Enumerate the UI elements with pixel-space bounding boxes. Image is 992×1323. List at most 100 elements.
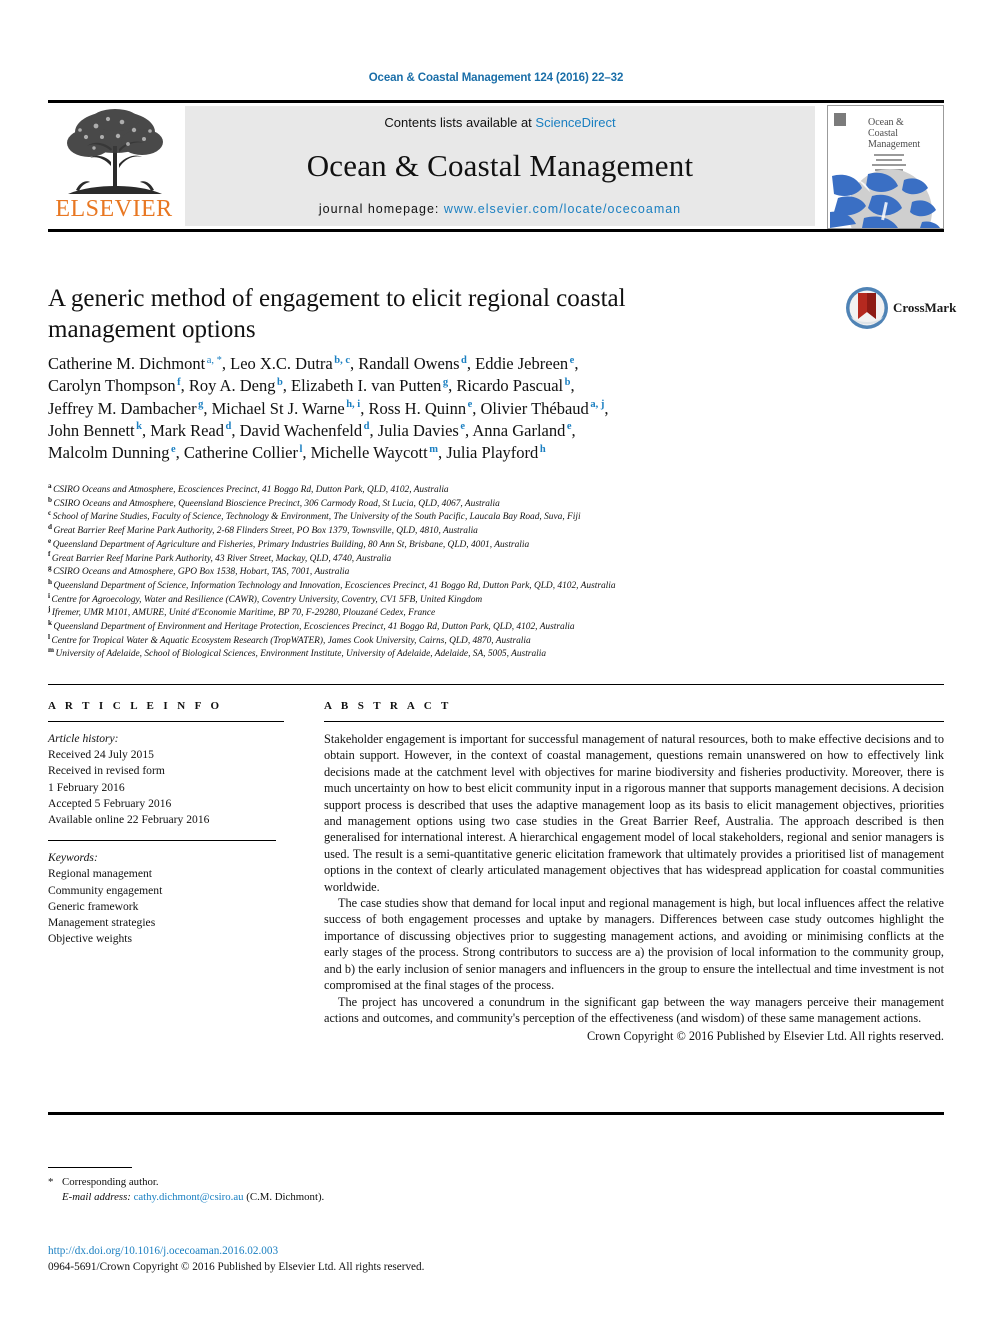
masthead-top-rule	[48, 100, 944, 103]
doi-link[interactable]: http://dx.doi.org/10.1016/j.ocecoaman.20…	[48, 1244, 748, 1260]
author-name: , Olivier Thébaud	[472, 398, 589, 418]
crossmark-badge-block[interactable]: CrossMark	[845, 286, 956, 334]
affiliation-text: CSIRO Oceans and Atmosphere, Queensland …	[53, 498, 500, 509]
author-affiliation-marker[interactable]: b	[275, 377, 283, 388]
email-link[interactable]: cathy.dichmont@csiro.au	[134, 1191, 244, 1203]
elsevier-tree-icon	[67, 109, 163, 194]
article-history-item: Received in revised form	[48, 764, 165, 778]
author-name: , Anna Garland	[465, 420, 566, 440]
author-affiliation-marker[interactable]: k	[135, 421, 142, 433]
abstract-column: A B S T R A C T Stakeholder engagement i…	[324, 700, 944, 1045]
abstract-copyright: Crown Copyright © 2016 Published by Else…	[586, 1029, 944, 1044]
article-info-rule	[48, 721, 284, 722]
affiliation-item: f Great Barrier Reef Marine Park Authorit…	[48, 551, 953, 567]
svg-text:Management: Management	[868, 139, 920, 150]
article-history-item: Received 24 July 2015	[48, 748, 154, 762]
affiliation-text: University of Adelaide, School of Biolog…	[55, 649, 547, 660]
contents-prefix: Contents lists available at	[384, 115, 536, 130]
author-line: John Bennett k, Mark Read d, David Wachenf…	[48, 420, 948, 442]
keyword-item: Community engagement	[48, 883, 163, 897]
author-name: , Julia Davies	[369, 420, 459, 440]
author-name: , Mark Read	[141, 420, 224, 440]
corresponding-author-note: * Corresponding author.	[48, 1175, 648, 1190]
author-line: Jeffrey M. Dambacher g, Michael St J. War…	[48, 398, 948, 420]
author-affiliation-marker[interactable]: b, c	[333, 355, 350, 366]
abstract-heading: A B S T R A C T	[324, 700, 452, 712]
elsevier-wordmark: ELSEVIER	[55, 196, 173, 222]
keyword-item: Objective weights	[48, 932, 133, 946]
affiliation-item: k Queensland Department of Environment an…	[48, 619, 953, 635]
article-history-item: 1 February 2016	[48, 780, 125, 794]
affiliation-item: a CSIRO Oceans and Atmosphere, Ecoscience…	[48, 482, 953, 498]
svg-text:Coastal: Coastal	[868, 128, 898, 139]
author-affiliation-marker[interactable]: m	[428, 444, 438, 455]
affiliation-text: Queensland Department of Science, Inform…	[53, 580, 616, 591]
affiliation-text: CSIRO Oceans and Atmosphere, Ecosciences…	[53, 485, 449, 495]
page-title: A generic method of engagement to elicit…	[48, 285, 626, 343]
abstract-paragraph: The case studies show that demand for lo…	[324, 896, 944, 993]
journal-homepage-link[interactable]: www.elsevier.com/locate/ocecoaman	[444, 202, 681, 216]
author-name: , David Wachenfeld	[231, 420, 363, 440]
author-name: , Eddie Jebreen	[466, 354, 569, 373]
author-name: , Randall Owens	[350, 354, 460, 373]
affiliation-item: h Queensland Department of Science, Infor…	[48, 578, 953, 594]
author-name: , Michelle Waycott	[302, 443, 428, 463]
contents-available-line: Contents lists available at ScienceDirec…	[384, 115, 615, 130]
article-first-page: Ocean & Coastal Management 124 (2016) 22…	[0, 0, 992, 1323]
title-block: A generic method of engagement to elicit…	[48, 283, 748, 345]
info-abstract-top-rule	[48, 684, 944, 685]
author-affiliation-marker[interactable]: h	[538, 444, 546, 455]
footer-block: http://dx.doi.org/10.1016/j.ocecoaman.20…	[48, 1244, 748, 1275]
journal-cover-image: Ocean & Coastal Management	[828, 106, 943, 228]
article-history-title: Article history:	[48, 732, 119, 745]
corresponding-author-text: Corresponding author.	[62, 1176, 159, 1188]
issn-copyright: 0964-5691/Crown Copyright © 2016 Publish…	[48, 1260, 425, 1273]
author-name: Catherine M. Dichmont	[48, 354, 206, 373]
keyword-item: Regional management	[48, 867, 152, 881]
affiliation-item: m University of Adelaide, School of Biolo…	[48, 647, 953, 662]
affiliation-item: b CSIRO Oceans and Atmosphere, Queensland…	[48, 496, 953, 512]
author-name: , Julia Playford	[437, 443, 539, 463]
affiliation-item: e Queensland Department of Agriculture an…	[48, 537, 953, 553]
journal-title: Ocean & Coastal Management	[306, 148, 694, 183]
author-name: Jeffrey M. Dambacher	[48, 398, 197, 418]
affiliation-text: Queensland Department of Environment and…	[53, 622, 575, 633]
page-bottom-rule	[48, 1112, 944, 1115]
affiliation-item: i Centre for Agroecology, Water and Resil…	[48, 592, 953, 608]
crossmark-icon[interactable]	[845, 286, 889, 330]
affiliation-item: c School of Marine Studies, Faculty of Sc…	[48, 510, 953, 525]
author-name: Carolyn Thompson	[48, 376, 176, 396]
svg-text:Ocean &: Ocean &	[868, 117, 904, 128]
crossmark-label: CrossMark	[893, 300, 957, 315]
author-affiliation-marker[interactable]: a, j	[589, 399, 604, 410]
author-name: ,	[570, 376, 575, 396]
affiliation-item: d Great Barrier Reef Marine Park Authorit…	[48, 523, 953, 539]
footnote-block: * Corresponding author. E-mail address: c…	[48, 1175, 648, 1205]
author-affiliation-marker[interactable]: a, *	[205, 355, 222, 366]
author-name: , Leo X.C. Dutra	[221, 354, 333, 373]
author-affiliation-marker[interactable]: d	[460, 355, 467, 366]
article-info-separator	[48, 840, 276, 842]
author-name: , Ricardo Pascual	[448, 376, 564, 396]
journal-cover-thumbnail: Ocean & Coastal Management	[827, 105, 944, 229]
author-name: Malcolm Dunning	[48, 443, 170, 463]
affiliation-text: Great Barrier Reef Marine Park Authority…	[53, 526, 478, 537]
author-name: , Catherine Collier	[175, 443, 298, 463]
author-name: , Elizabeth I. van Putten	[282, 376, 442, 396]
affiliation-text: Ifremer, UMR M101, AMURE, Unité d'Econom…	[51, 608, 436, 619]
sciencedirect-link[interactable]: ScienceDirect	[535, 115, 615, 130]
article-info-heading: A R T I C L E I N F O	[48, 700, 223, 712]
article-history-items: Received 24 July 2015 Received in revised…	[48, 747, 284, 828]
keyword-item: Generic framework	[48, 899, 139, 913]
author-line: Malcolm Dunning e, Catherine Collier l, Mi…	[48, 442, 948, 464]
author-name: , Michael St J. Warne	[203, 398, 345, 418]
author-affiliation-marker[interactable]: h, i	[345, 399, 360, 410]
abstract-paragraph: The project has uncovered a conundrum in…	[324, 994, 944, 1025]
journal-band: Contents lists available at ScienceDirec…	[185, 106, 815, 226]
running-head: Ocean & Coastal Management 124 (2016) 22…	[368, 72, 624, 84]
author-list: Catherine M. Dichmont a, *, Leo X.C. Dutr…	[48, 353, 948, 464]
article-history-item: Available online 22 February 2016	[48, 813, 210, 827]
abstract-rule	[324, 721, 944, 722]
affiliation-text: CSIRO Oceans and Atmosphere, GPO Box 153…	[53, 567, 350, 578]
author-name: , Roy A. Deng	[180, 376, 276, 396]
